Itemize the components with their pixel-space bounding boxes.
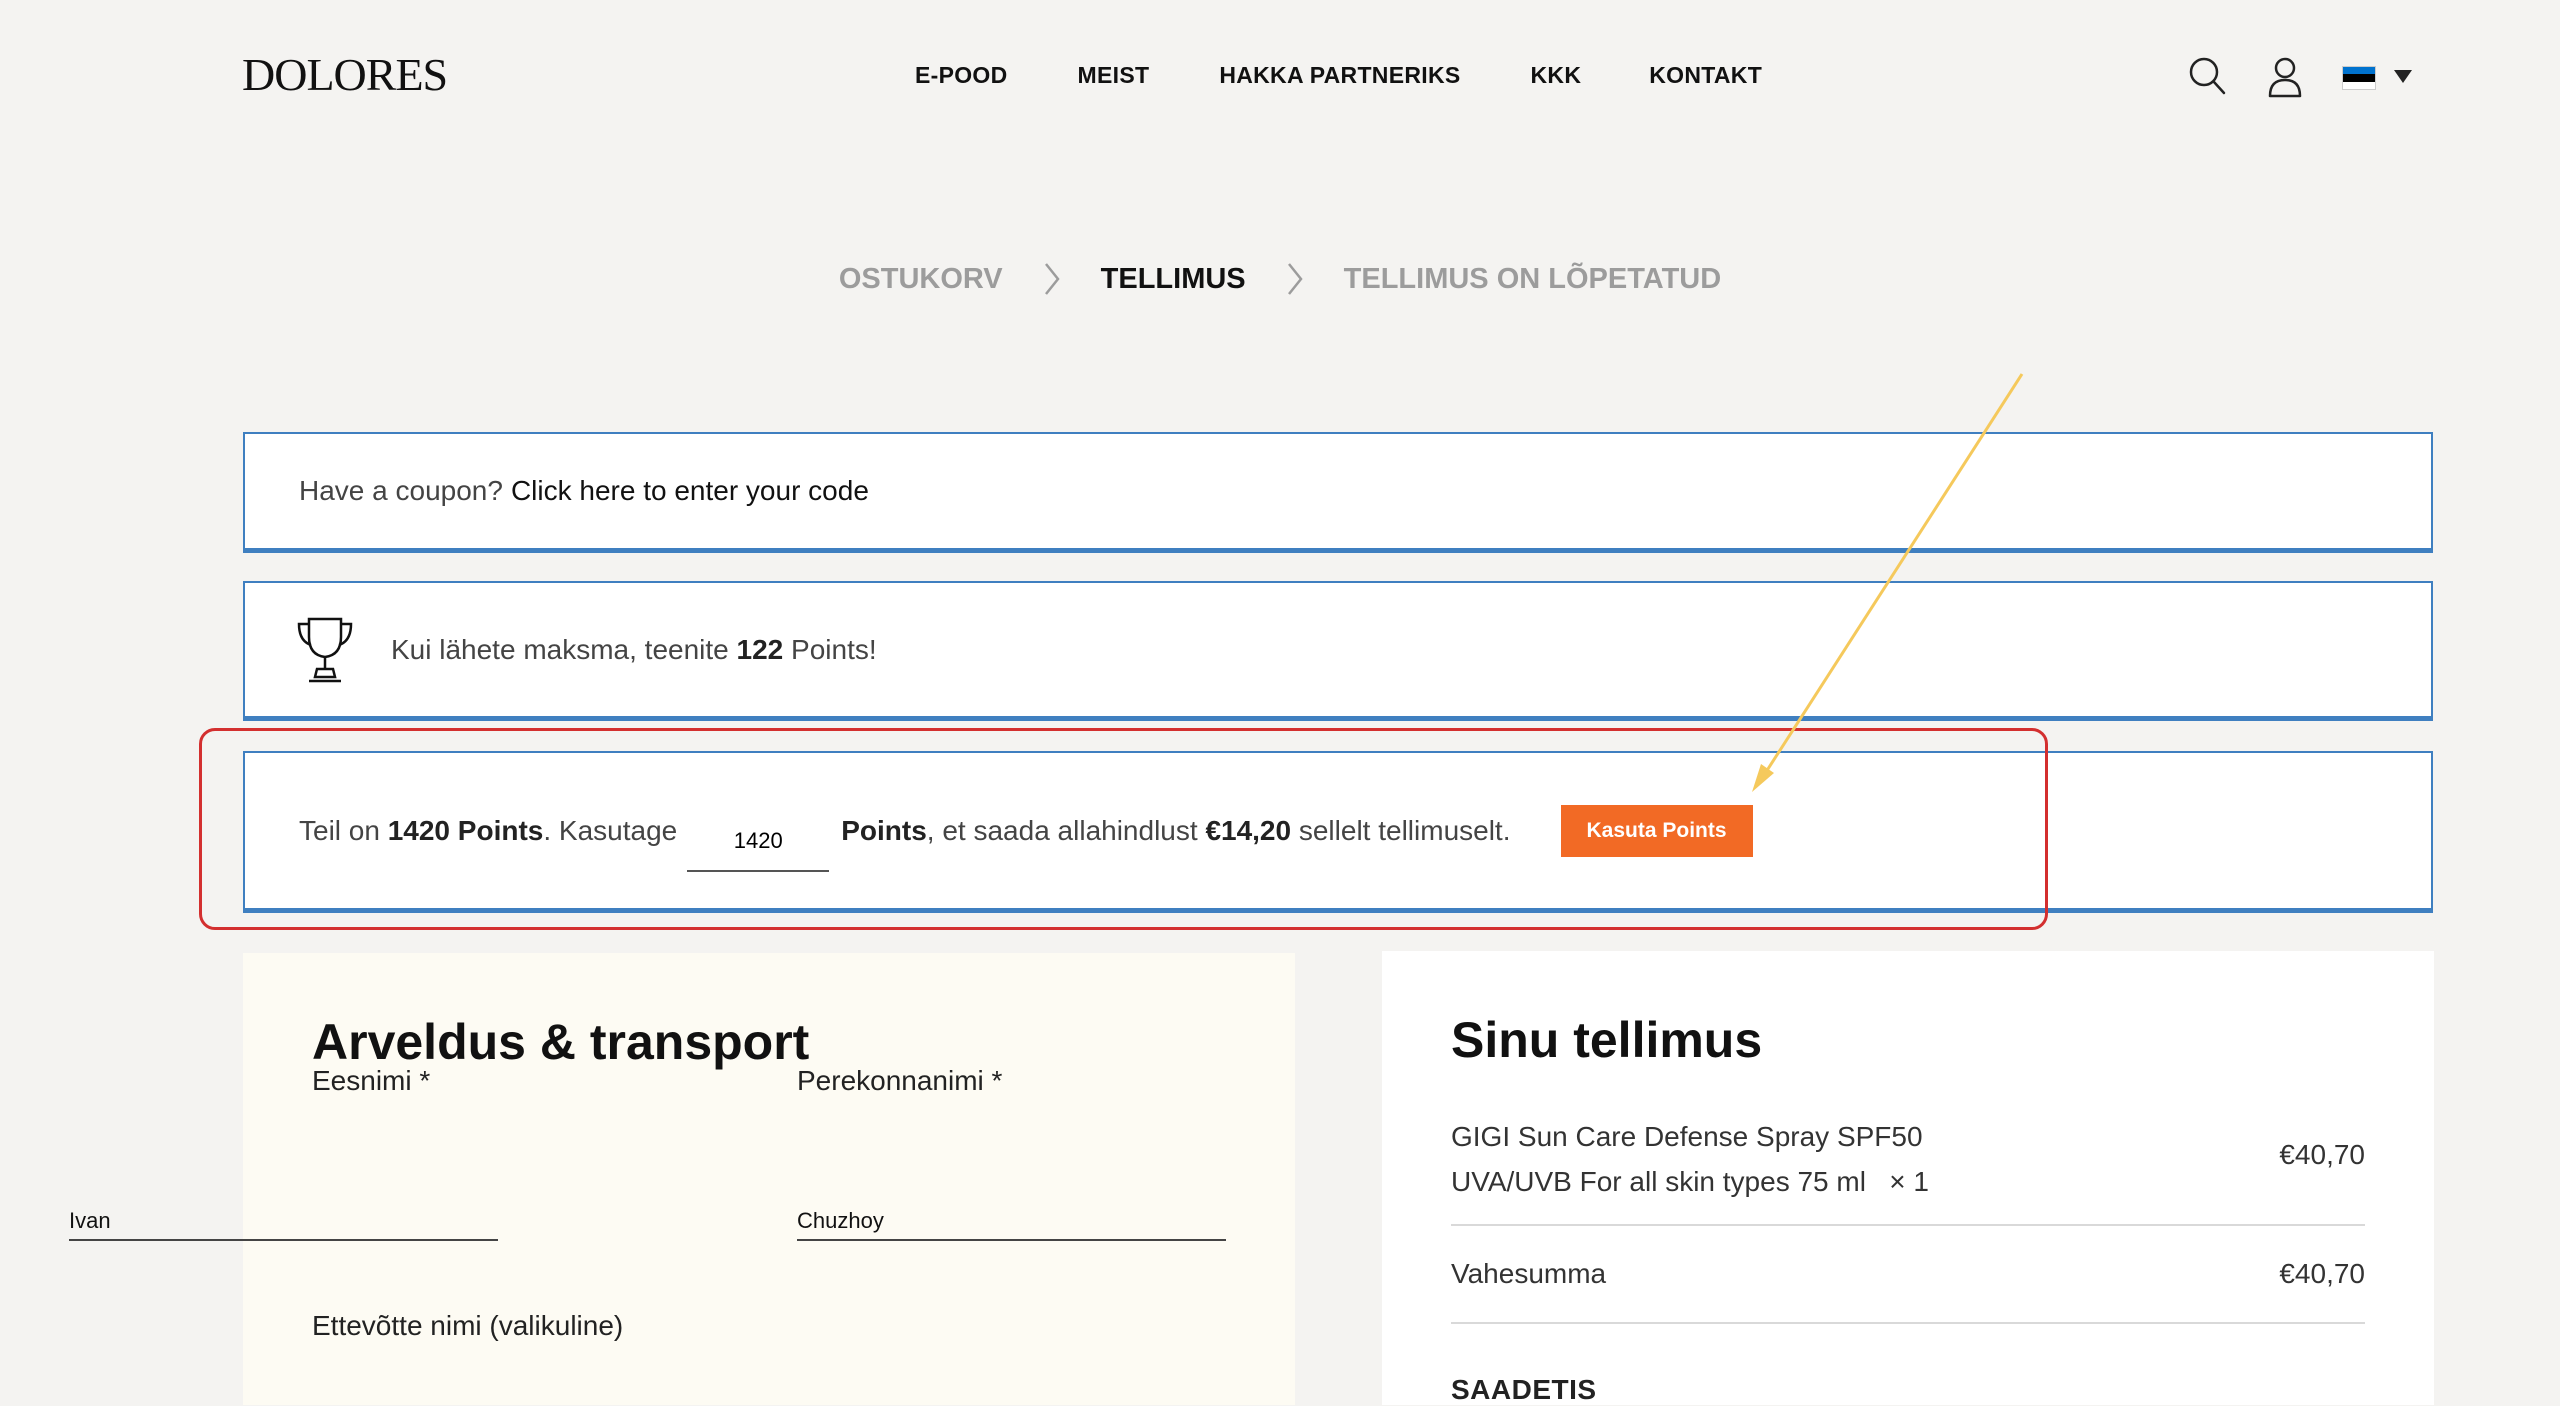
last-name-input[interactable] [797,1183,1226,1241]
nav-hakka-partneriks[interactable]: HAKKA PARTNERIKS [1219,62,1460,89]
order-title: Sinu tellimus [1451,1012,1763,1068]
search-icon[interactable] [2188,56,2226,96]
nav-kontakt[interactable]: KONTAKT [1649,62,1762,89]
coupon-prompt: Have a coupon? [299,475,503,506]
order-item-line2: UVA/UVB For all skin types 75 ml [1451,1166,1866,1197]
points-unit: Points [841,814,927,846]
points-prefix: Teil on [299,814,380,846]
order-item-qty: × 1 [1889,1166,1929,1197]
coupon-notice: Have a coupon? Click here to enter your … [243,432,2433,553]
points-discount: €14,20 [1205,814,1292,846]
reward-prefix: Kui lähete maksma, teenite [391,633,729,665]
order-item-name: GIGI Sun Care Defense Spray SPF50 UVA/UV… [1451,1114,2011,1204]
order-item-price: €40,70 [2279,1139,2365,1170]
brand-logo[interactable]: DOLORES [242,48,448,101]
user-icon[interactable] [2267,56,2303,98]
shipping-label: SAADETIS [1451,1374,1597,1405]
reward-suffix: Points! [791,633,877,665]
checkout-steps: OSTUKORV TELLIMUS TELLIMUS ON LÕPETATUD [0,262,2560,296]
subtotal-label: Vahesumma [1451,1258,1607,1289]
order-item-line1: GIGI Sun Care Defense Spray SPF50 [1451,1121,1923,1152]
subtotal-value: €40,70 [2279,1258,2365,1289]
main-nav: E-POOD MEIST HAKKA PARTNERIKS KKK KONTAK… [915,62,1832,89]
points-balance: 1420 [387,814,451,846]
last-name-label: Perekonnanimi * [797,1065,1003,1096]
points-mid-text: , et saada allahindlust [926,814,1198,846]
nav-meist[interactable]: MEIST [1078,62,1150,89]
first-name-label: Eesnimi * [312,1065,431,1096]
coupon-link[interactable]: Click here to enter your code [511,475,869,507]
trophy-icon [297,617,353,682]
estonian-flag-icon[interactable] [2342,66,2376,90]
first-name-input[interactable] [69,1183,498,1241]
billing-title: Arveldus & transport [312,1014,810,1070]
chevron-right-icon [1287,263,1303,295]
divider [1451,1224,2365,1226]
points-redeem-notice: Teil on 1420 Points. Kasutage Points, et… [243,751,2433,913]
site-header: DOLORES E-POOD MEIST HAKKA PARTNERIKS KK… [0,0,2560,150]
order-summary: Sinu tellimus GIGI Sun Care Defense Spra… [1382,951,2434,1405]
reward-points: 122 [736,633,784,665]
points-amount-input[interactable] [687,789,830,872]
reward-notice: Kui lähete maksma, teenite 122 Points! [243,581,2433,721]
use-points-button[interactable]: Kasuta Points [1560,804,1753,857]
chevron-right-icon [1044,263,1060,295]
points-balance-unit: Points [457,814,544,846]
step-ostukorv[interactable]: OSTUKORV [839,263,1003,296]
points-suffix: sellelt tellimuselt. [1298,814,1511,846]
nav-e-pood[interactable]: E-POOD [915,62,1008,89]
chevron-down-icon[interactable] [2394,70,2412,83]
billing-section: Arveldus & transport Eesnimi * Perekonna… [69,953,1295,1405]
step-tellimus: TELLIMUS [1100,262,1246,295]
nav-kkk[interactable]: KKK [1531,62,1582,89]
points-use-text: . Kasutage [543,814,678,846]
company-label: Ettevõtte nimi (valikuline) [312,1310,624,1341]
divider [1451,1322,2365,1324]
step-tellimus-lopetatud: TELLIMUS ON LÕPETATUD [1343,262,1722,295]
